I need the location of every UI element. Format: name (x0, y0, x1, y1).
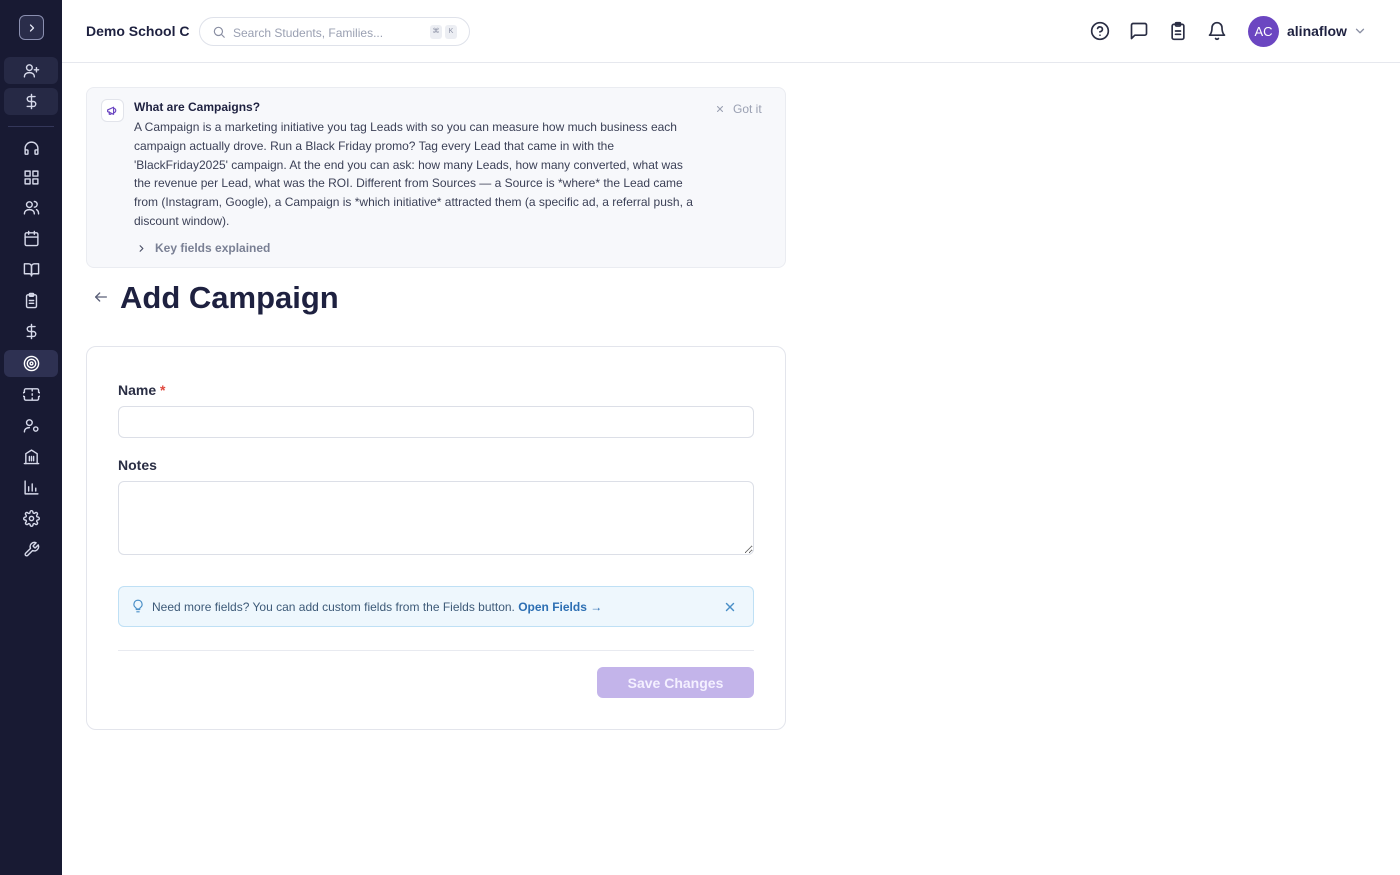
name-label: Name * (118, 382, 165, 398)
dollar-icon (26, 323, 36, 340)
key-fields-label: Key fields explained (155, 241, 271, 255)
book-icon (23, 263, 39, 277)
lightbulb-icon (133, 599, 143, 613)
avatar[interactable]: AC (1248, 16, 1279, 47)
back-arrow-icon[interactable] (93, 289, 109, 305)
sidebar-item-calendar[interactable] (4, 225, 58, 252)
sidebar-item-reports[interactable] (4, 474, 58, 501)
chevron-right-icon (139, 244, 144, 252)
sidebar-item-tools[interactable] (4, 536, 58, 563)
dollar-icon (26, 93, 36, 110)
dashboard-icon (23, 170, 39, 185)
chevron-down-icon[interactable] (1353, 24, 1367, 38)
campaign-form: Name * Notes Need more fields? You can a… (86, 346, 786, 730)
sidebar-expand-button[interactable] (19, 15, 44, 40)
sidebar-divider (8, 126, 54, 127)
sidebar-item-dashboard[interactable] (4, 164, 58, 191)
page-title: Add Campaign (120, 280, 339, 315)
user-settings-icon (23, 419, 39, 433)
sidebar-item-support[interactable] (4, 135, 58, 162)
notes-textarea[interactable] (118, 481, 754, 555)
users-icon (23, 200, 39, 215)
clipboard-icon (25, 292, 37, 309)
form-divider (118, 650, 754, 651)
sidebar-item-students[interactable] (4, 194, 58, 221)
key-fields-expander[interactable]: Key fields explained (136, 241, 270, 255)
wrench-icon (23, 541, 39, 557)
search-bar[interactable]: Search Students, Families... ⌘ K (199, 17, 470, 46)
clipboard-icon[interactable] (1168, 21, 1188, 41)
chat-icon[interactable] (1129, 21, 1149, 41)
campaign-info-banner: What are Campaigns? A Campaign is a mark… (86, 87, 786, 268)
top-bar: Demo School C Search Students, Families.… (62, 0, 1400, 63)
user-name[interactable]: alinaflow (1287, 23, 1347, 39)
tip-text: Need more fields? You can add custom fie… (152, 600, 515, 614)
tip-text-wrapper: Need more fields? You can add custom fie… (152, 600, 602, 614)
required-marker: * (160, 382, 166, 398)
got-it-label: Got it (733, 102, 762, 116)
info-title: What are Campaigns? (134, 100, 261, 114)
headset-icon (23, 141, 39, 155)
name-input[interactable] (118, 406, 754, 438)
shortcut-key-k: K (445, 25, 457, 39)
sidebar-item-tickets[interactable] (4, 381, 58, 408)
close-icon[interactable] (723, 600, 737, 614)
shortcut-key-cmd: ⌘ (430, 25, 442, 39)
help-circle-icon[interactable] (1090, 21, 1110, 41)
gear-icon (22, 510, 40, 527)
megaphone-icon (101, 99, 124, 122)
sidebar-item-finance[interactable] (4, 318, 58, 345)
sidebar (0, 0, 62, 875)
got-it-button[interactable]: Got it (715, 102, 762, 116)
open-fields-link[interactable]: Open Fields → (518, 600, 602, 614)
info-body: A Campaign is a marketing initiative you… (134, 120, 693, 228)
sidebar-item-staff[interactable] (4, 412, 58, 439)
chevron-right-icon (29, 23, 34, 32)
sidebar-item-campaigns[interactable] (4, 350, 58, 377)
target-icon (23, 355, 39, 372)
sidebar-item-tasks[interactable] (4, 287, 58, 314)
search-icon (213, 26, 225, 38)
sidebar-item-leads[interactable] (4, 57, 58, 84)
bell-icon[interactable] (1207, 21, 1227, 41)
save-changes-button[interactable]: Save Changes (597, 667, 754, 698)
name-label-text: Name (118, 382, 157, 398)
school-name[interactable]: Demo School C (86, 23, 189, 39)
user-plus-icon (23, 64, 39, 78)
custom-fields-tip: Need more fields? You can add custom fie… (118, 586, 754, 627)
search-placeholder: Search Students, Families... (233, 26, 384, 40)
calendar-icon (23, 230, 39, 247)
building-icon (23, 449, 39, 465)
notes-label: Notes (118, 457, 157, 473)
sidebar-item-courses[interactable] (4, 256, 58, 283)
ticket-icon (22, 388, 40, 401)
sidebar-item-settings[interactable] (4, 505, 58, 532)
sidebar-item-billing[interactable] (4, 88, 58, 115)
sidebar-item-locations[interactable] (4, 443, 58, 470)
chart-icon (23, 480, 39, 495)
close-icon (716, 105, 724, 113)
